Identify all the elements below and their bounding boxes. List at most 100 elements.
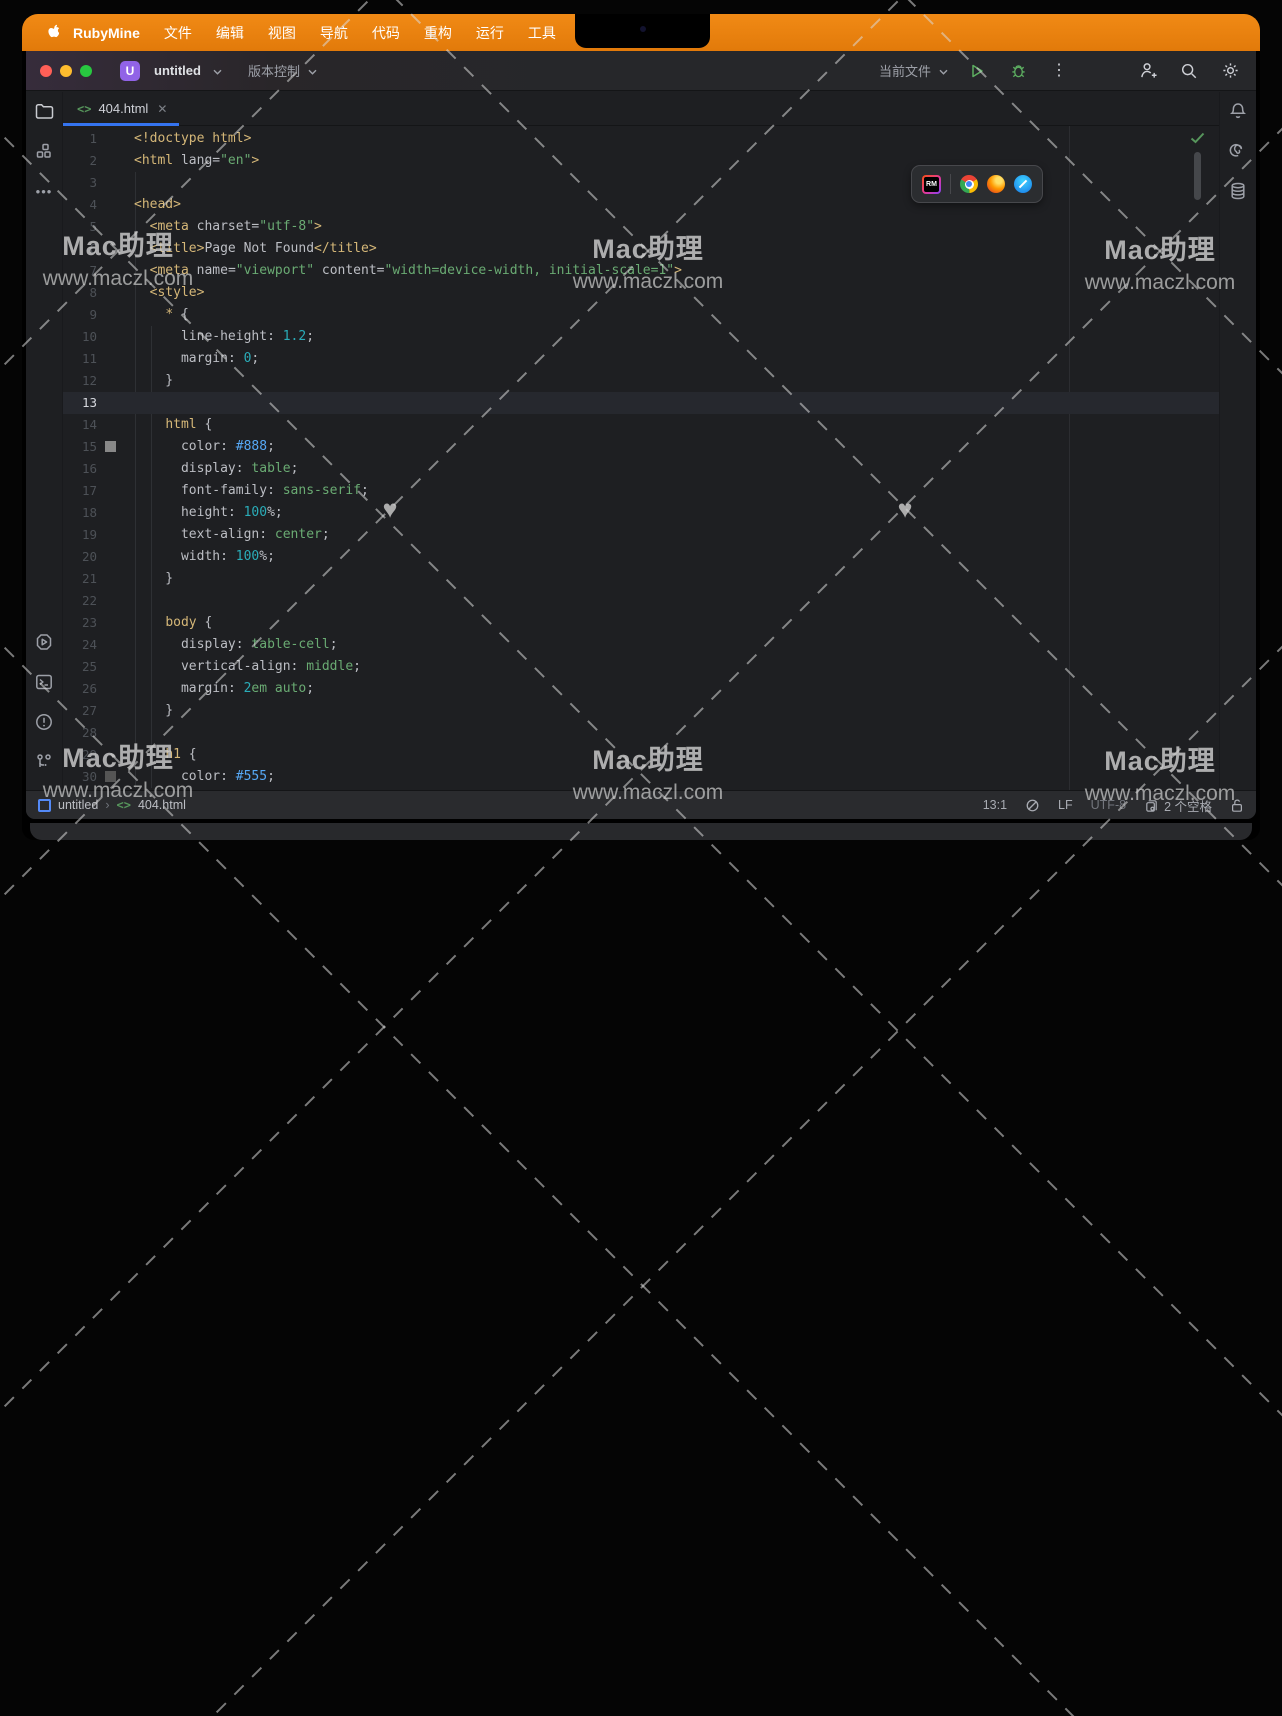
code-line-7[interactable]: 7 <meta name="viewport" content="width=d… — [63, 260, 1219, 282]
code-line-11[interactable]: 11 margin: 0; — [63, 348, 1219, 370]
vcs-widget[interactable]: 版本控制 — [248, 61, 317, 80]
notifications-icon[interactable] — [1226, 99, 1250, 123]
code-text: vertical-align: middle; — [134, 656, 361, 678]
code-text: color: #555; — [134, 766, 275, 788]
editor-scrollbar-thumb[interactable] — [1194, 152, 1201, 200]
line-number: 24 — [63, 634, 97, 656]
code-line-13[interactable]: 13 — [63, 392, 1219, 414]
code-line-1[interactable]: 1<!doctype html> — [63, 128, 1219, 150]
close-icon[interactable]: ✕ — [157, 102, 167, 116]
code-line-30[interactable]: 30 color: #555; — [63, 766, 1219, 788]
menu-item-1[interactable]: 文件 — [164, 23, 192, 43]
code-text: <!doctype html> — [134, 128, 251, 150]
database-icon[interactable] — [1226, 179, 1250, 203]
apple-icon[interactable] — [44, 24, 59, 41]
menu-item-8[interactable]: 工具 — [528, 23, 556, 43]
git-branch-icon[interactable] — [32, 750, 56, 774]
problems-icon[interactable] — [32, 710, 56, 734]
breadcrumb-separator: › — [105, 798, 109, 812]
code-line-3[interactable]: 3 — [63, 172, 1219, 194]
menu-item-4[interactable]: 导航 — [320, 23, 348, 43]
run-icon[interactable] — [965, 59, 989, 83]
rubymine-icon[interactable]: RM — [922, 175, 941, 194]
search-icon[interactable] — [1177, 59, 1201, 83]
color-preview-swatch[interactable] — [105, 771, 116, 782]
menu-item-5[interactable]: 代码 — [372, 23, 400, 43]
code-line-6[interactable]: 6 <title>Page Not Found</title> — [63, 238, 1219, 260]
menu-item-6[interactable]: 重构 — [424, 23, 452, 43]
code-text: color: #888; — [134, 436, 275, 458]
code-line-26[interactable]: 26 margin: 2em auto; — [63, 678, 1219, 700]
minimize-window-button[interactable] — [60, 65, 72, 77]
code-line-12[interactable]: 12 } — [63, 370, 1219, 392]
code-text: <head> — [134, 194, 181, 216]
code-line-2[interactable]: 2<html lang="en"> — [63, 150, 1219, 172]
right-tool-stripe — [1219, 92, 1256, 790]
html-file-icon: <> — [77, 102, 91, 116]
firefox-icon[interactable] — [987, 175, 1005, 193]
structure-icon[interactable] — [32, 139, 56, 163]
debug-icon[interactable] — [1006, 59, 1030, 83]
code-line-25[interactable]: 25 vertical-align: middle; — [63, 656, 1219, 678]
code-line-8[interactable]: 8 <style> — [63, 282, 1219, 304]
menu-item-2[interactable]: 编辑 — [216, 23, 244, 43]
code-line-9[interactable]: 9 * { — [63, 304, 1219, 326]
macbook-screen: RubyMine文件编辑视图导航代码重构运行工具VCS U untitled 版… — [22, 14, 1260, 840]
line-number: 15 — [63, 436, 97, 458]
code-text: } — [134, 568, 173, 590]
inspections-ok-icon[interactable] — [1190, 132, 1205, 144]
terminal-icon[interactable] — [32, 670, 56, 694]
code-line-17[interactable]: 17 font-family: sans-serif; — [63, 480, 1219, 502]
settings-icon[interactable] — [1218, 59, 1242, 83]
breadcrumb-project[interactable]: untitled — [58, 798, 98, 812]
code-line-14[interactable]: 14 html { — [63, 414, 1219, 436]
run-configuration-selector[interactable]: 当前文件 — [879, 61, 948, 80]
folder-icon[interactable] — [32, 99, 56, 123]
code-line-4[interactable]: 4<head> — [63, 194, 1219, 216]
line-number: 13 — [63, 392, 97, 414]
menu-item-3[interactable]: 视图 — [268, 23, 296, 43]
line-number: 3 — [63, 172, 97, 194]
camera-dot — [640, 26, 646, 32]
more-icon[interactable]: ⋮ — [1047, 59, 1071, 83]
code-editor[interactable]: 1<!doctype html>2<html lang="en">34<head… — [63, 126, 1219, 790]
code-line-28[interactable]: 28 — [63, 722, 1219, 744]
code-line-16[interactable]: 16 display: table; — [63, 458, 1219, 480]
unlock-icon[interactable] — [1230, 798, 1244, 813]
color-preview-swatch[interactable] — [105, 441, 116, 452]
ai-assistant-icon[interactable] — [1226, 139, 1250, 163]
close-window-button[interactable] — [40, 65, 52, 77]
safari-icon[interactable] — [1014, 175, 1032, 193]
code-line-18[interactable]: 18 height: 100%; — [63, 502, 1219, 524]
code-line-29[interactable]: 29 h1 { — [63, 744, 1219, 766]
invite-user-icon[interactable] — [1136, 59, 1160, 83]
chrome-icon[interactable] — [960, 175, 978, 193]
code-line-22[interactable]: 22 — [63, 590, 1219, 612]
code-line-5[interactable]: 5 <meta charset="utf-8"> — [63, 216, 1219, 238]
line-number: 10 — [63, 326, 97, 348]
caret-position[interactable]: 13:1 — [983, 798, 1007, 812]
zoom-window-button[interactable] — [80, 65, 92, 77]
menu-item-7[interactable]: 运行 — [476, 23, 504, 43]
code-line-24[interactable]: 24 display: table-cell; — [63, 634, 1219, 656]
code-line-20[interactable]: 20 width: 100%; — [63, 546, 1219, 568]
highlighting-off-icon[interactable] — [1025, 798, 1040, 813]
project-name: untitled — [154, 63, 201, 78]
file-encoding[interactable]: UTF-8 — [1091, 798, 1126, 812]
breadcrumb-file[interactable]: 404.html — [138, 798, 186, 812]
code-line-21[interactable]: 21 } — [63, 568, 1219, 590]
code-line-19[interactable]: 19 text-align: center; — [63, 524, 1219, 546]
code-line-27[interactable]: 27 } — [63, 700, 1219, 722]
code-text: margin: 0; — [134, 348, 259, 370]
more-tool-windows-icon[interactable]: ••• — [32, 179, 56, 203]
project-widget[interactable]: U untitled — [120, 61, 222, 81]
menu-item-app[interactable]: RubyMine — [73, 25, 140, 41]
code-line-23[interactable]: 23 body { — [63, 612, 1219, 634]
indent-widget[interactable]: 2 个空格 — [1144, 796, 1212, 815]
services-icon[interactable] — [32, 630, 56, 654]
line-separator[interactable]: LF — [1058, 798, 1073, 812]
tab-404-html[interactable]: <> 404.html ✕ — [63, 92, 179, 126]
line-number: 8 — [63, 282, 97, 304]
code-line-15[interactable]: 15 color: #888; — [63, 436, 1219, 458]
code-line-10[interactable]: 10 line-height: 1.2; — [63, 326, 1219, 348]
